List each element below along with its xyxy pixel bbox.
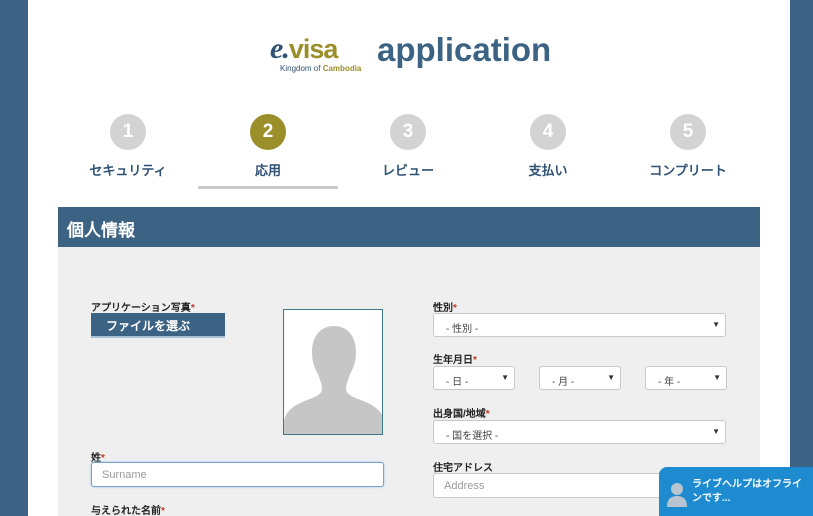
page-title: application: [377, 31, 552, 68]
live-help-status: ライブヘルプはオフラインです...: [692, 479, 802, 504]
step-label: コンプリート: [649, 163, 727, 178]
step-label: セキュリティ: [89, 163, 167, 178]
address-label: 住宅アドレス: [433, 463, 493, 474]
dob-day-value: - 日 -: [446, 377, 469, 388]
surname-input[interactable]: [91, 462, 384, 487]
country-label: 出身国/地域*: [433, 409, 490, 420]
choose-file-button[interactable]: ファイルを選ぶ: [91, 313, 225, 338]
dob-label: 生年月日*: [433, 355, 477, 366]
page-container: e.visa Kingdom of Cambodia application 1…: [28, 0, 790, 516]
step-number: 2: [250, 114, 286, 150]
dob-month-value: - 月 -: [552, 377, 575, 388]
step-number: 4: [530, 114, 566, 150]
gender-select[interactable]: - 性別 - ▼: [433, 313, 726, 337]
dob-year-select[interactable]: - 年 - ▼: [645, 366, 727, 390]
agent-avatar-icon: [667, 483, 687, 507]
step-label: 応用: [254, 163, 281, 178]
dob-month-select[interactable]: - 月 - ▼: [539, 366, 621, 390]
step-label: 支払い: [528, 163, 568, 178]
gender-select-value: - 性別 -: [446, 324, 479, 335]
step-label: レビュー: [381, 163, 434, 178]
photo-placeholder: [283, 309, 383, 435]
chevron-down-icon: ▼: [713, 373, 721, 382]
step-number: 5: [670, 114, 706, 150]
photo-label: アプリケーション写真*: [91, 303, 195, 314]
chevron-down-icon: ▼: [712, 320, 720, 329]
step-security: 1 セキュリティ: [58, 114, 198, 179]
step-complete: 5 コンプリート: [618, 114, 758, 179]
section-header-personal-info: 個人情報: [58, 207, 760, 247]
country-select-value: - 国を選択 -: [446, 431, 499, 442]
live-help-widget[interactable]: ライブヘルプはオフラインです...: [659, 467, 813, 516]
personal-info-form: アプリケーション写真* ファイルを選ぶ 姓* 与えられた名前* 性別* - 性別…: [58, 247, 760, 516]
step-number: 3: [390, 114, 426, 150]
logo-wordmark: e.visa: [270, 32, 338, 65]
chevron-down-icon: ▼: [712, 427, 720, 436]
country-select[interactable]: - 国を選択 - ▼: [433, 420, 726, 444]
step-review: 3 レビュー: [338, 114, 478, 179]
dob-year-value: - 年 -: [658, 377, 681, 388]
gender-label: 性別*: [433, 303, 457, 314]
dob-day-select[interactable]: - 日 - ▼: [433, 366, 515, 390]
chevron-down-icon: ▼: [607, 373, 615, 382]
logo-tagline: Kingdom of Cambodia: [280, 64, 362, 73]
given-name-label: 与えられた名前*: [91, 506, 165, 516]
step-application: 2 応用: [198, 114, 338, 179]
progress-steps: 1 セキュリティ 2 応用 3 レビュー 4 支払い 5 コンプリート: [58, 114, 758, 194]
active-step-underline: [198, 186, 338, 189]
step-number: 1: [110, 114, 146, 150]
evisa-logo: e.visa Kingdom of Cambodia: [270, 32, 370, 76]
chevron-down-icon: ▼: [501, 373, 509, 382]
silhouette-icon: [284, 326, 382, 434]
step-payment: 4 支払い: [478, 114, 618, 179]
